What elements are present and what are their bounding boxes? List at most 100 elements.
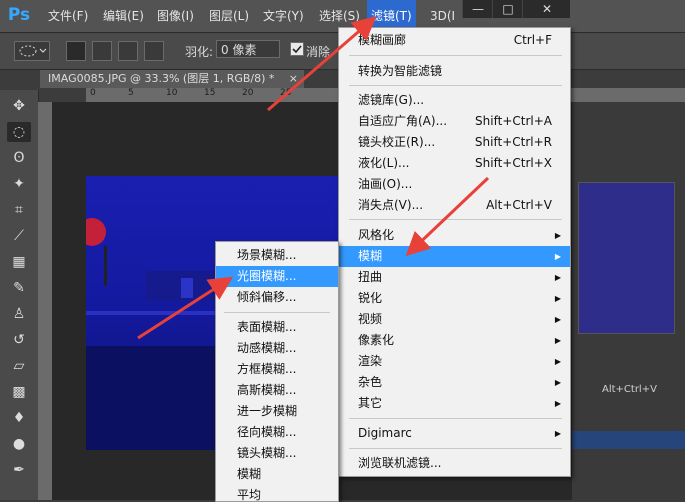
document-title: IMAG0085.JPG @ 33.3% (图层 1, RGB/8) *	[48, 72, 275, 85]
menu-separator	[349, 85, 562, 86]
submenu-item-tilt-shift[interactable]: 倾斜偏移...	[216, 287, 338, 308]
feather-label: 羽化:	[185, 45, 214, 59]
menu-layer[interactable]: 图层(L)	[205, 0, 253, 32]
submenu-item-iris-blur[interactable]: 光圈模糊...	[216, 266, 338, 287]
menu-item-liquify[interactable]: 液化(L)... Shift+Ctrl+X	[339, 153, 570, 174]
magic-wand-tool-icon[interactable]: ✦	[7, 174, 31, 194]
menu-item-filter-gallery[interactable]: 滤镜库(G)...	[339, 90, 570, 111]
menu-file[interactable]: 文件(F)	[44, 0, 92, 32]
submenu-arrow-icon: ▶	[554, 294, 561, 303]
menu-item-pixelate[interactable]: 像素化 ▶	[339, 330, 570, 351]
menu-separator	[349, 448, 562, 449]
eraser-tool-icon[interactable]: ▱	[7, 356, 31, 376]
crop-tool-icon[interactable]: ⌗	[7, 200, 31, 220]
menu-separator	[349, 55, 562, 56]
submenu-arrow-icon: ▶	[554, 357, 561, 366]
ruler-tick: 25	[280, 88, 292, 98]
maximize-button[interactable]: □	[492, 0, 523, 18]
clone-stamp-tool-icon[interactable]: ♙	[7, 304, 31, 324]
brush-tool-icon[interactable]: ✎	[7, 278, 31, 298]
pen-tool-icon[interactable]: ✒	[7, 460, 31, 480]
intersect-selection-button[interactable]	[144, 41, 164, 61]
ellipse-marquee-tool-icon[interactable]: ◌	[7, 122, 31, 142]
ruler-tick: 5	[128, 88, 134, 98]
menu-item-convert-smart-filter[interactable]: 转换为智能滤镜	[339, 61, 570, 82]
menu-item-adaptive-wide-angle[interactable]: 自适应广角(A)... Shift+Ctrl+A	[339, 111, 570, 132]
document-tab[interactable]: IMAG0085.JPG @ 33.3% (图层 1, RGB/8) * ×	[40, 70, 304, 88]
filter-menu: 模糊画廊 Ctrl+F 转换为智能滤镜 滤镜库(G)... 自适应广角(A)...…	[338, 27, 571, 477]
menu-edit[interactable]: 编辑(E)	[99, 0, 148, 32]
submenu-arrow-icon: ▶	[554, 378, 561, 387]
submenu-arrow-icon: ▶	[554, 231, 561, 240]
menu-item-other[interactable]: 其它 ▶	[339, 393, 570, 414]
add-to-selection-button[interactable]	[92, 41, 112, 61]
menu-item-video[interactable]: 视频 ▶	[339, 309, 570, 330]
history-brush-tool-icon[interactable]: ↺	[7, 330, 31, 350]
menu-item-sharpen[interactable]: 锐化 ▶	[339, 288, 570, 309]
healing-brush-tool-icon[interactable]: ▦	[7, 252, 31, 272]
menu-image[interactable]: 图像(I)	[153, 0, 198, 32]
shortcut-hint: Alt+Ctrl+V	[602, 384, 657, 395]
ruler-tick: 0	[90, 88, 96, 98]
menu-item-noise[interactable]: 杂色 ▶	[339, 372, 570, 393]
minimize-button[interactable]: —	[462, 0, 493, 18]
submenu-item-radial-blur[interactable]: 径向模糊...	[216, 422, 338, 443]
new-selection-button[interactable]	[66, 41, 86, 61]
menu-item-oil-paint[interactable]: 油画(O)...	[339, 174, 570, 195]
ruler-tick: 20	[242, 88, 254, 98]
feather-input[interactable]: 0 像素	[216, 40, 280, 58]
ruler-tick: 10	[166, 88, 178, 98]
vertical-ruler	[38, 102, 52, 500]
submenu-item-motion-blur[interactable]: 动感模糊...	[216, 338, 338, 359]
close-tab-icon[interactable]: ×	[289, 70, 298, 88]
ellipse-marquee-icon	[19, 45, 47, 57]
submenu-item-field-blur[interactable]: 场景模糊...	[216, 245, 338, 266]
submenu-item-lens-blur[interactable]: 镜头模糊...	[216, 443, 338, 464]
antialias-label: 消除	[306, 45, 331, 59]
window-controls: — □ ✕	[462, 0, 570, 18]
menu-separator	[349, 219, 562, 220]
menu-separator	[224, 312, 330, 313]
lasso-tool-icon[interactable]: ʘ	[7, 148, 31, 168]
submenu-item-box-blur[interactable]: 方框模糊...	[216, 359, 338, 380]
photoshop-logo: Ps	[7, 5, 31, 25]
move-tool-icon[interactable]: ✥	[7, 96, 31, 116]
submenu-arrow-icon: ▶	[554, 273, 561, 282]
menu-item-vanishing-point[interactable]: 消失点(V)... Alt+Ctrl+V	[339, 195, 570, 216]
gradient-tool-icon[interactable]: ▩	[7, 382, 31, 402]
submenu-arrow-icon: ▶	[554, 315, 561, 324]
menu-item-render[interactable]: 渲染 ▶	[339, 351, 570, 372]
submenu-item-gaussian-blur[interactable]: 高斯模糊...	[216, 380, 338, 401]
subtract-selection-button[interactable]	[118, 41, 138, 61]
submenu-item-blur-more[interactable]: 进一步模糊	[216, 401, 338, 422]
blur-submenu: 场景模糊... 光圈模糊... 倾斜偏移... 表面模糊... 动感模糊... …	[215, 241, 339, 502]
eyedropper-tool-icon[interactable]: ⟋	[7, 226, 31, 246]
submenu-arrow-icon: ▶	[554, 429, 561, 438]
selected-layer-row[interactable]	[572, 431, 685, 449]
submenu-item-average[interactable]: 平均	[216, 485, 338, 501]
menu-item-browse-online-filters[interactable]: 浏览联机滤镜...	[339, 453, 570, 474]
antialias-checkbox[interactable]	[290, 42, 304, 56]
menu-item-lens-correction[interactable]: 镜头校正(R)... Shift+Ctrl+R	[339, 132, 570, 153]
navigator-preview	[578, 182, 675, 334]
submenu-arrow-icon: ▶	[554, 399, 561, 408]
menu-separator	[349, 418, 562, 419]
menu-type[interactable]: 文字(Y)	[259, 0, 308, 32]
dodge-tool-icon[interactable]: ●	[7, 434, 31, 454]
menu-item-stylize[interactable]: 风格化 ▶	[339, 225, 570, 246]
menu-item-blur[interactable]: 模糊 ▶	[339, 246, 570, 267]
submenu-item-blur[interactable]: 模糊	[216, 464, 338, 485]
menu-item-distort[interactable]: 扭曲 ▶	[339, 267, 570, 288]
close-button[interactable]: ✕	[522, 0, 571, 18]
checkmark-icon	[292, 45, 302, 54]
blur-tool-icon[interactable]: ♦	[7, 408, 31, 428]
right-panel: Alt+Ctrl+V	[572, 102, 685, 500]
ruler-tick: 15	[204, 88, 216, 98]
menu-item-blur-gallery[interactable]: 模糊画廊 Ctrl+F	[339, 30, 570, 51]
tool-preset-picker[interactable]	[14, 41, 50, 61]
submenu-arrow-icon: ▶	[554, 252, 561, 261]
menu-item-digimarc[interactable]: Digimarc ▶	[339, 423, 570, 444]
toolbox: ✥ ◌ ʘ ✦ ⌗ ⟋ ▦ ✎ ♙ ↺ ▱ ▩ ♦ ● ✒	[0, 90, 39, 500]
submenu-item-surface-blur[interactable]: 表面模糊...	[216, 317, 338, 338]
submenu-arrow-icon: ▶	[554, 336, 561, 345]
